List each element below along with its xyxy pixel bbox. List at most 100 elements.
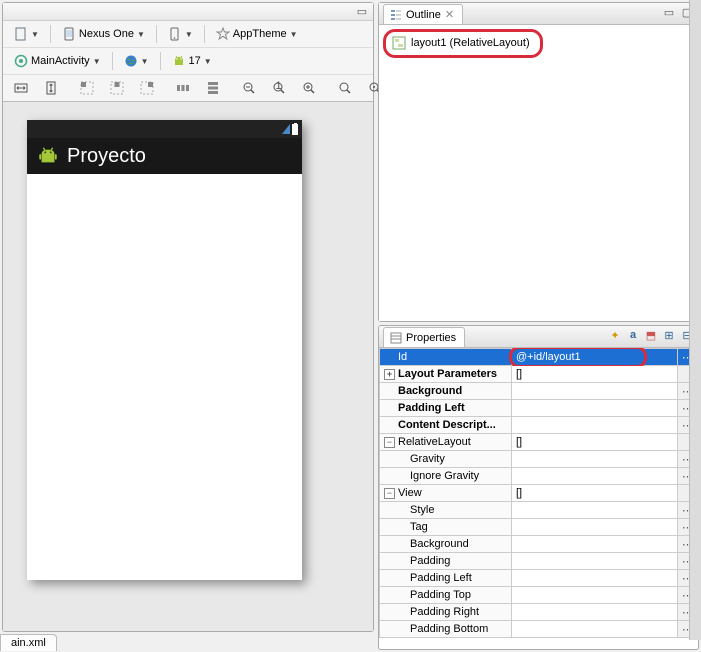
filter-icon[interactable]: ✦ <box>608 328 622 342</box>
prop-row-id[interactable]: Id @+id/layout1 ⋯ <box>380 349 698 366</box>
prop-val[interactable] <box>512 468 678 485</box>
zoom-reset-icon: 1 <box>272 81 286 95</box>
outline-tab-bar: Outline ✕ ▭ ▢ <box>379 3 698 25</box>
outline-view: Outline ✕ ▭ ▢ layout1 (RelativeLayout) <box>378 2 699 322</box>
prop-val[interactable] <box>512 502 678 519</box>
expand-toggle[interactable]: − <box>384 488 395 499</box>
prop-val[interactable] <box>512 604 678 621</box>
margin-tr-button[interactable] <box>135 79 159 97</box>
prop-row-pl2[interactable]: Padding Left⋯ <box>380 570 698 587</box>
sort-alpha-icon[interactable]: a <box>626 328 640 342</box>
prop-row-contentdesc[interactable]: Content Descript...⋯ <box>380 417 698 434</box>
zoom-out-icon <box>242 81 256 95</box>
prop-row-background[interactable]: Background⋯ <box>380 383 698 400</box>
prop-row-pr[interactable]: Padding Right⋯ <box>380 604 698 621</box>
prop-val[interactable] <box>512 400 678 417</box>
prop-row-tag[interactable]: Tag⋯ <box>380 519 698 536</box>
minimize-icon[interactable]: ▭ <box>662 5 676 19</box>
prop-val[interactable] <box>512 536 678 553</box>
zoom-fit-button[interactable] <box>333 79 357 97</box>
separator <box>156 25 157 43</box>
prop-row-bg2[interactable]: Background⋯ <box>380 536 698 553</box>
prop-val[interactable]: [] <box>516 368 522 380</box>
device-status-bar <box>27 120 302 138</box>
prop-val[interactable] <box>512 451 678 468</box>
dist-icon <box>206 81 220 95</box>
prop-name: Padding Top <box>380 587 512 604</box>
file-tab[interactable]: ain.xml <box>0 634 57 651</box>
distribute-v-button[interactable] <box>201 79 225 97</box>
chevron-down-icon: ▼ <box>204 57 212 66</box>
prop-val-id[interactable]: @+id/layout1 <box>516 351 581 363</box>
battery-icon <box>292 124 298 135</box>
prop-name-id: Id <box>398 351 407 363</box>
relativelayout-icon <box>392 36 406 50</box>
layout-editor-panel: ▭ ▼ Nexus One ▼ ▼ AppTheme ▼ <box>2 2 374 632</box>
margin-tl-button[interactable] <box>75 79 99 97</box>
api-level-dropdown[interactable]: 17 ▼ <box>167 52 217 70</box>
expand-toggle[interactable]: − <box>384 437 395 448</box>
tab-outline[interactable]: Outline ✕ <box>383 4 463 24</box>
prop-val[interactable] <box>512 570 678 587</box>
phone-icon <box>62 27 76 41</box>
device-label: Nexus One <box>79 28 134 40</box>
toggle-height-button[interactable] <box>39 79 63 97</box>
margin-tc-button[interactable] <box>105 79 129 97</box>
chevron-down-icon: ▼ <box>141 57 149 66</box>
outline-tree[interactable]: layout1 (RelativeLayout) <box>379 25 698 321</box>
prop-val[interactable] <box>512 519 678 536</box>
prop-val[interactable] <box>512 417 678 434</box>
locale-dropdown[interactable]: ▼ <box>119 52 154 70</box>
prop-name: Background <box>380 383 512 400</box>
zoom-in-icon <box>302 81 316 95</box>
separator <box>112 52 113 70</box>
prop-row-ignoregravity[interactable]: Ignore Gravity⋯ <box>380 468 698 485</box>
prop-val[interactable]: [] <box>512 434 678 451</box>
zoom-fit-icon <box>338 81 352 95</box>
annotation-highlight: layout1 (RelativeLayout) <box>383 29 543 58</box>
theme-dropdown[interactable]: AppTheme ▼ <box>211 25 303 43</box>
toggle-width-button[interactable] <box>9 79 33 97</box>
corner-icon <box>110 81 124 95</box>
prop-name: Padding <box>380 553 512 570</box>
prop-val[interactable] <box>512 587 678 604</box>
device-dropdown[interactable]: Nexus One ▼ <box>57 25 150 43</box>
prop-row-gravity[interactable]: Gravity⋯ <box>380 451 698 468</box>
zoom-reset-button[interactable]: 1 <box>267 79 291 97</box>
prop-val[interactable] <box>512 553 678 570</box>
prop-row-layoutparams[interactable]: +Layout Parameters [] <box>380 366 698 383</box>
zoom-in-button[interactable] <box>297 79 321 97</box>
expand-toggle[interactable]: + <box>384 369 395 380</box>
dist-icon <box>176 81 190 95</box>
zoom-out-button[interactable] <box>237 79 261 97</box>
prop-row-style[interactable]: Style⋯ <box>380 502 698 519</box>
configuration-dropdown[interactable]: ▼ <box>9 25 44 43</box>
vertical-trim-bar[interactable] <box>689 0 701 640</box>
api-level-label: 17 <box>189 55 201 67</box>
prop-val[interactable] <box>512 621 678 638</box>
prop-row-rellayout[interactable]: −RelativeLayout[] <box>380 434 698 451</box>
distribute-h-button[interactable] <box>171 79 195 97</box>
prop-row-padleft[interactable]: Padding Left⋯ <box>380 400 698 417</box>
tree-item-layout1[interactable]: layout1 (RelativeLayout) <box>390 34 536 52</box>
prop-row-pb[interactable]: Padding Bottom⋯ <box>380 621 698 638</box>
close-icon[interactable]: ✕ <box>445 8 454 21</box>
prop-name: Padding Bottom <box>380 621 512 638</box>
prop-val[interactable]: [] <box>512 485 678 502</box>
show-advanced-icon[interactable]: ⬒ <box>644 328 658 342</box>
device-canvas[interactable]: Proyecto <box>3 102 373 631</box>
prop-val[interactable] <box>512 383 678 400</box>
prop-row-padding[interactable]: Padding⋯ <box>380 553 698 570</box>
prop-row-view[interactable]: −View[] <box>380 485 698 502</box>
expand-icon[interactable]: ⊞ <box>662 328 676 342</box>
tab-properties[interactable]: Properties <box>383 327 465 347</box>
properties-icon <box>390 332 402 344</box>
prop-name: Tag <box>380 519 512 536</box>
prop-row-pt[interactable]: Padding Top⋯ <box>380 587 698 604</box>
orientation-dropdown[interactable]: ▼ <box>163 25 198 43</box>
activity-dropdown[interactable]: MainActivity ▼ <box>9 52 106 70</box>
prop-name: Padding Left <box>380 570 512 587</box>
device-frame: Proyecto <box>27 120 302 580</box>
corner-icon <box>140 81 154 95</box>
minimize-icon[interactable]: ▭ <box>355 5 369 19</box>
